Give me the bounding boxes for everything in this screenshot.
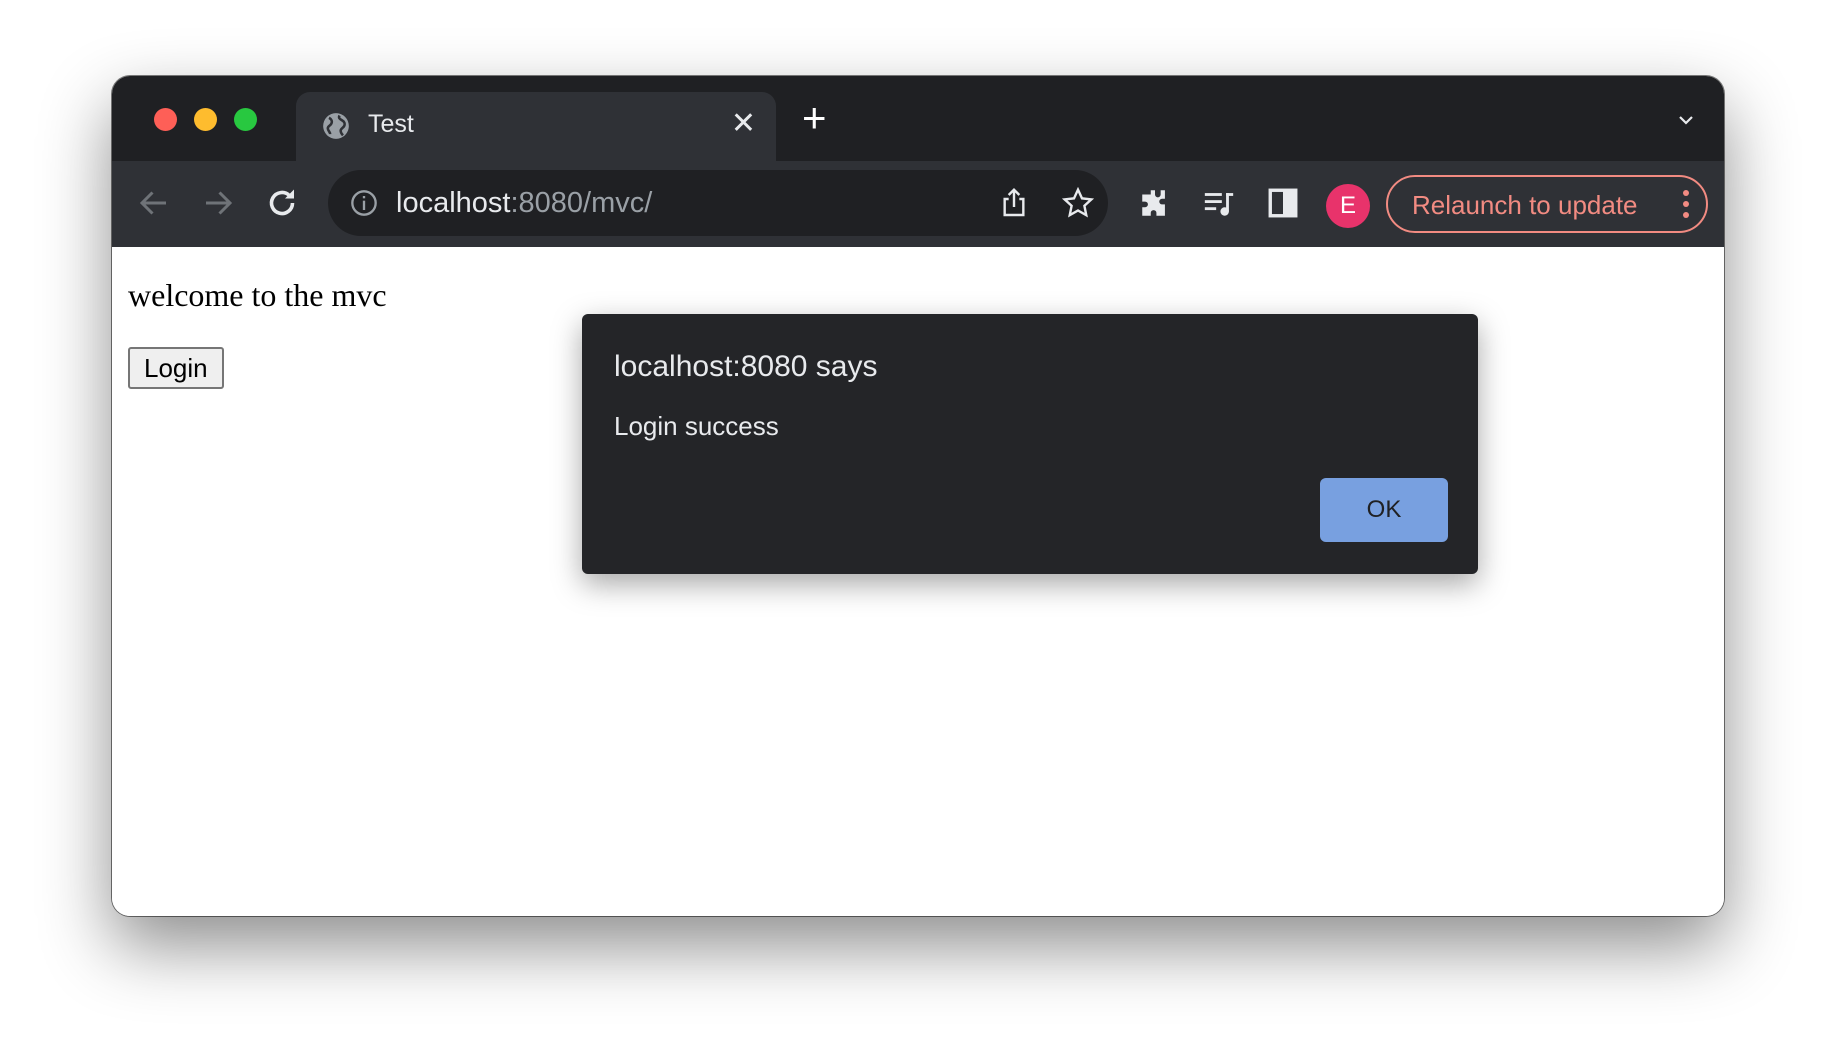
minimize-window-button[interactable] — [194, 108, 217, 131]
alert-dialog: localhost:8080 says Login success OK — [582, 314, 1478, 574]
ok-button[interactable]: OK — [1320, 478, 1448, 542]
url-host: localhost — [396, 187, 511, 219]
forward-icon[interactable] — [200, 185, 236, 221]
login-button[interactable]: Login — [128, 347, 224, 389]
media-controls-icon[interactable] — [1202, 186, 1236, 220]
tab-title: Test — [368, 110, 414, 138]
bookmark-star-icon[interactable] — [1062, 187, 1094, 219]
dialog-title: localhost:8080 says — [614, 350, 878, 383]
address-bar[interactable]: localhost:8080/mvc/ — [328, 170, 1108, 236]
tab-test[interactable]: Test ✕ — [296, 92, 776, 161]
tab-bar: Test ✕ + — [112, 76, 1724, 161]
close-window-button[interactable] — [154, 108, 177, 131]
relaunch-to-update-button[interactable]: Relaunch to update — [1386, 175, 1708, 233]
info-icon[interactable] — [350, 189, 378, 217]
relaunch-label: Relaunch to update — [1412, 190, 1638, 220]
close-tab-icon[interactable]: ✕ — [731, 106, 756, 142]
extensions-puzzle-icon[interactable] — [1138, 186, 1172, 220]
browser-window: Test ✕ + localhost:8080/mvc/ E Relaunch … — [112, 76, 1724, 916]
maximize-window-button[interactable] — [234, 108, 257, 131]
reload-icon[interactable] — [264, 185, 300, 221]
profile-avatar[interactable]: E — [1326, 184, 1370, 228]
url-text: localhost:8080/mvc/ — [396, 187, 652, 220]
dialog-message: Login success — [614, 411, 779, 441]
chevron-down-icon[interactable] — [1678, 112, 1694, 128]
toolbar: localhost:8080/mvc/ E Relaunch to update — [112, 161, 1724, 247]
more-vert-icon[interactable] — [1682, 189, 1690, 219]
side-panel-icon[interactable] — [1266, 186, 1300, 220]
back-icon[interactable] — [136, 185, 172, 221]
welcome-text: welcome to the mvc — [128, 277, 387, 313]
new-tab-button[interactable]: + — [802, 97, 827, 139]
globe-icon — [323, 113, 349, 139]
share-icon[interactable] — [998, 187, 1030, 219]
url-path: :8080/mvc/ — [510, 187, 653, 219]
